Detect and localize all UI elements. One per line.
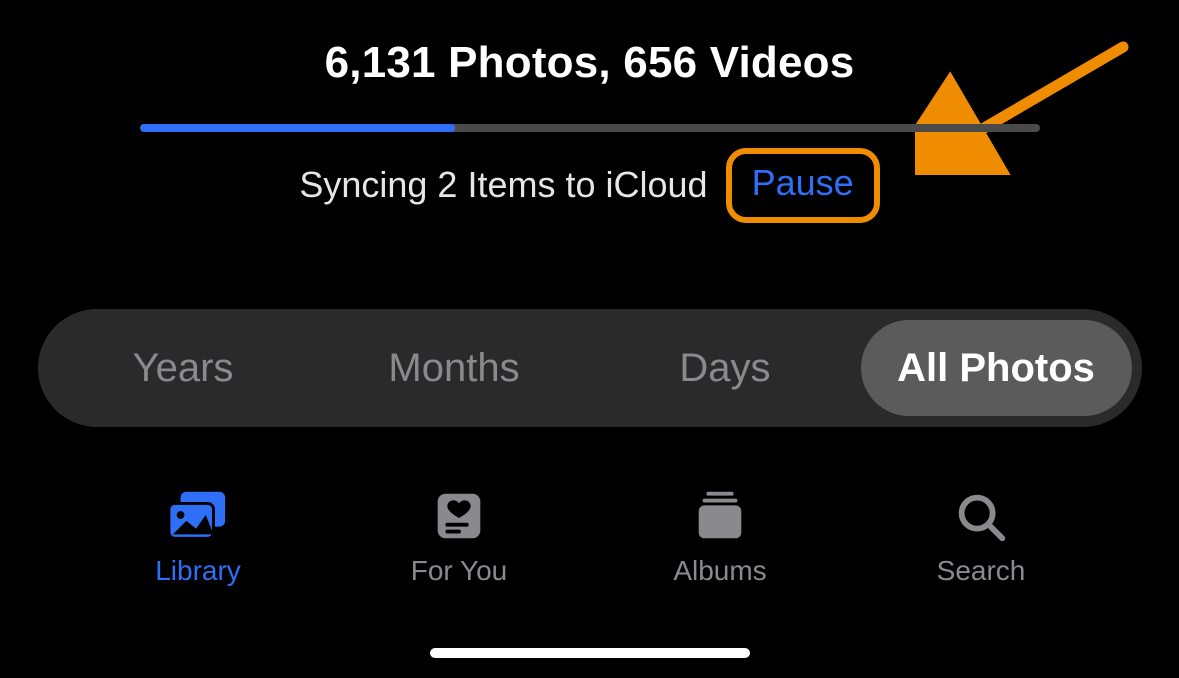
- tab-library[interactable]: Library: [68, 489, 329, 587]
- search-icon: [950, 489, 1012, 543]
- sync-progress-bar: [140, 124, 1040, 132]
- tab-albums-label: Albums: [673, 555, 766, 587]
- tab-search[interactable]: Search: [851, 489, 1112, 587]
- segment-months[interactable]: Months: [319, 320, 590, 416]
- tab-library-label: Library: [155, 555, 241, 587]
- annotation-highlight-pause: Pause: [726, 148, 880, 223]
- segment-years[interactable]: Years: [48, 320, 319, 416]
- home-indicator[interactable]: [430, 648, 750, 658]
- library-summary-title: 6,131 Photos, 656 Videos: [325, 38, 855, 87]
- tab-albums[interactable]: Albums: [590, 489, 851, 587]
- segment-days[interactable]: Days: [590, 320, 861, 416]
- for-you-icon: [428, 489, 490, 543]
- segment-all-photos[interactable]: All Photos: [861, 320, 1132, 416]
- tab-search-label: Search: [937, 555, 1026, 587]
- view-segmented-control: Years Months Days All Photos: [38, 309, 1142, 427]
- tab-bar: Library For You Albums: [38, 489, 1142, 587]
- sync-status-text: Syncing 2 Items to iCloud: [299, 164, 707, 206]
- library-icon: [167, 489, 229, 543]
- pause-button[interactable]: Pause: [740, 158, 866, 211]
- albums-icon: [689, 489, 751, 543]
- sync-status-row: Syncing 2 Items to iCloud Pause: [140, 148, 1040, 223]
- sync-progress-fill: [140, 124, 455, 132]
- tab-for-you-label: For You: [411, 555, 508, 587]
- library-summary: 6,131 Photos, 656 Videos: [0, 0, 1179, 88]
- tab-for-you[interactable]: For You: [329, 489, 590, 587]
